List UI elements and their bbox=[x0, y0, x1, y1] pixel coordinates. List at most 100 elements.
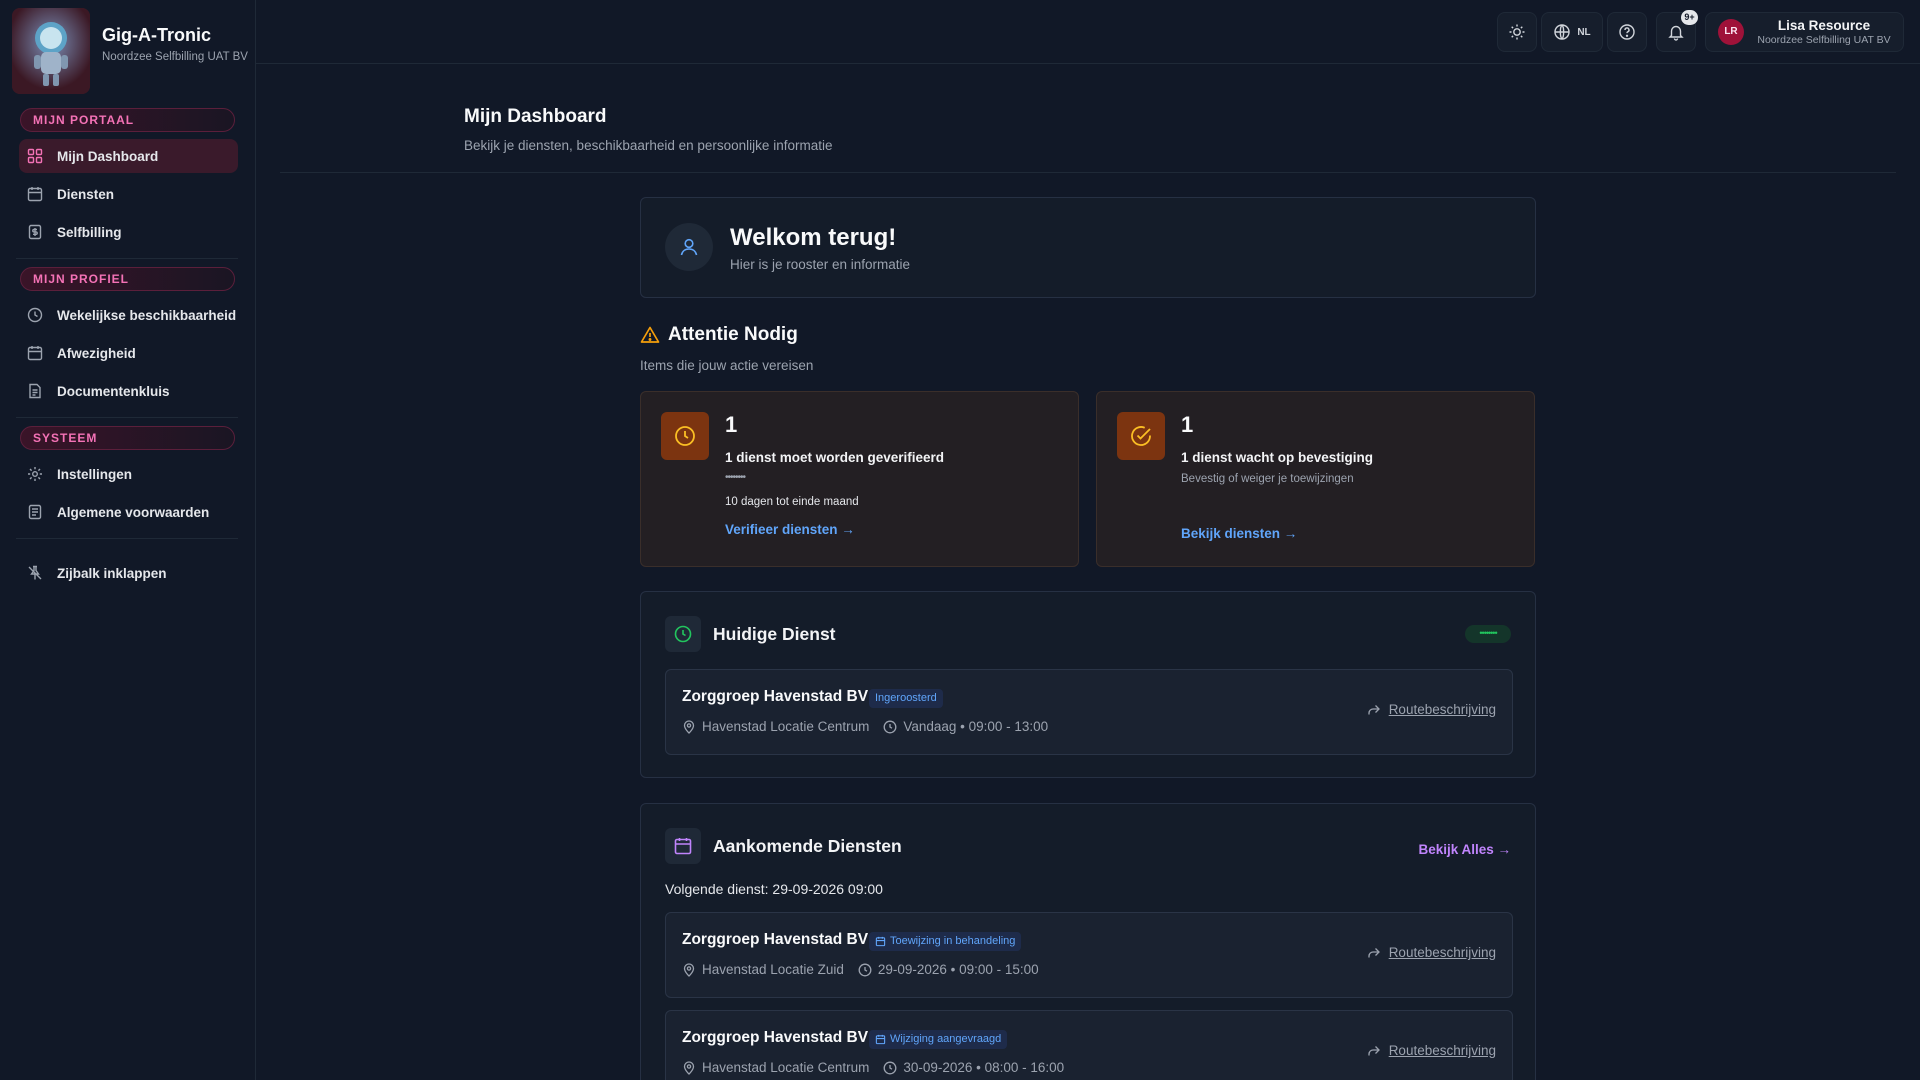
warning-icon bbox=[640, 325, 660, 345]
attention-count: 1 bbox=[725, 412, 738, 437]
sidebar-item-label: Instellingen bbox=[57, 466, 133, 482]
route-link[interactable]: Routebeschrijving bbox=[1367, 1043, 1496, 1058]
sidebar-item-documentenkluis[interactable]: Documentenkluis bbox=[19, 374, 238, 408]
collapse-sidebar-button[interactable]: Zijbalk inklappen bbox=[19, 556, 238, 590]
clock-icon bbox=[665, 616, 701, 652]
gear-icon bbox=[25, 464, 45, 484]
shift-location: Havenstad Locatie Zuid bbox=[702, 962, 844, 977]
upcoming-shifts-card: Aankomende Diensten Bekijk Alles → Volge… bbox=[640, 803, 1536, 1080]
route-link[interactable]: Routebeschrijving bbox=[1367, 945, 1496, 960]
verify-shifts-link[interactable]: Verifieer diensten → bbox=[725, 522, 855, 537]
view-shifts-link[interactable]: Bekijk diensten → bbox=[1181, 526, 1297, 541]
sidebar-item-voorwaarden[interactable]: Algemene voorwaarden bbox=[19, 495, 238, 529]
shift-location: Havenstad Locatie Centrum bbox=[702, 1060, 870, 1075]
sidebar-divider bbox=[16, 417, 238, 418]
shift-org: Zorggroep Havenstad BV bbox=[682, 931, 869, 948]
share-arrow-icon bbox=[1367, 703, 1381, 717]
share-arrow-icon bbox=[1367, 946, 1381, 960]
status-badge: •••••••• bbox=[1465, 625, 1511, 643]
sidebar-item-beschikbaarheid[interactable]: Wekelijkse beschikbaarheid bbox=[19, 298, 238, 332]
notifications-badge: 9+ bbox=[1681, 10, 1698, 25]
language-code: NL bbox=[1577, 26, 1591, 38]
page-subtitle: Bekijk je diensten, beschikbaarheid en p… bbox=[464, 138, 833, 153]
share-arrow-icon bbox=[1367, 1044, 1381, 1058]
attention-card-confirm: 1 1 dienst wacht op bevestiging Bevestig… bbox=[1096, 391, 1535, 567]
current-shift-card: Huidige Dienst •••••••• Zorggroep Havens… bbox=[640, 591, 1536, 778]
page-title: Mijn Dashboard bbox=[464, 106, 607, 127]
bell-icon bbox=[1667, 23, 1685, 41]
location-pin-icon bbox=[682, 719, 696, 734]
sun-icon bbox=[1508, 23, 1526, 41]
shift-status-tag: Ingeroosterd bbox=[869, 689, 943, 708]
current-shift-title: Huidige Dienst bbox=[713, 624, 836, 644]
sidebar-item-label: Wekelijkse beschikbaarheid bbox=[57, 307, 237, 323]
clock-icon bbox=[883, 1061, 897, 1075]
clock-icon bbox=[25, 305, 45, 325]
sidebar-item-dashboard[interactable]: Mijn Dashboard bbox=[19, 139, 238, 173]
attention-card-title: 1 dienst wacht op bevestiging bbox=[1181, 450, 1374, 465]
document-icon bbox=[25, 381, 45, 401]
check-circle-icon bbox=[1117, 412, 1165, 460]
location-pin-icon bbox=[682, 962, 696, 977]
attention-subtitle: Items die jouw actie vereisen bbox=[640, 358, 814, 373]
sidebar-item-afwezigheid[interactable]: Afwezigheid bbox=[19, 336, 238, 370]
user-menu-button[interactable]: LR Lisa Resource Noordzee Selfbilling UA… bbox=[1705, 12, 1904, 52]
brand-name: Gig-A-Tronic bbox=[102, 25, 211, 45]
welcome-card: Welkom terug! Hier is je rooster en info… bbox=[640, 197, 1536, 298]
shift-time: 30-09-2026 • 08:00 - 16:00 bbox=[903, 1060, 1065, 1075]
dashboard-icon bbox=[25, 146, 45, 166]
globe-icon bbox=[1553, 23, 1571, 41]
sidebar-item-selfbilling[interactable]: Selfbilling bbox=[19, 215, 238, 249]
calendar-icon bbox=[25, 184, 45, 204]
route-label: Routebeschrijving bbox=[1388, 702, 1496, 717]
clock-icon bbox=[858, 963, 872, 977]
section-label-profiel: MIJN PROFIEL bbox=[20, 267, 235, 291]
sidebar-item-label: Diensten bbox=[57, 186, 115, 202]
sidebar-item-label: Mijn Dashboard bbox=[57, 148, 159, 164]
section-label-systeem: SYSTEEM bbox=[20, 426, 235, 450]
attention-card-detail: 10 dagen tot einde maand bbox=[725, 496, 859, 508]
shift-org: Zorggroep Havenstad BV bbox=[682, 1029, 869, 1046]
shift-time: 29-09-2026 • 09:00 - 15:00 bbox=[877, 962, 1039, 977]
notifications-button[interactable]: 9+ bbox=[1656, 10, 1698, 52]
calendar-icon bbox=[875, 936, 886, 947]
welcome-title: Welkom terug! bbox=[730, 224, 897, 251]
sidebar-item-label: Selfbilling bbox=[57, 224, 122, 240]
pin-off-icon bbox=[25, 563, 45, 583]
shift-row[interactable]: Zorggroep Havenstad BV Ingeroosterd Have… bbox=[665, 669, 1513, 755]
route-label: Routebeschrijving bbox=[1388, 1043, 1496, 1058]
shift-row[interactable]: Zorggroep Havenstad BV Wijziging aangevr… bbox=[665, 1010, 1513, 1080]
sidebar: Gig-A-Tronic Noordzee Selfbilling UAT BV… bbox=[0, 0, 256, 1080]
collapse-label: Zijbalk inklappen bbox=[57, 565, 167, 581]
brand-org: Noordzee Selfbilling UAT BV bbox=[102, 51, 248, 63]
language-button[interactable]: NL bbox=[1541, 12, 1603, 52]
help-button[interactable] bbox=[1607, 12, 1647, 52]
attention-card-title: 1 dienst moet worden geverifieerd bbox=[725, 450, 945, 465]
shift-row[interactable]: Zorggroep Havenstad BV Toewijzing in beh… bbox=[665, 912, 1513, 998]
next-shift-text: Volgende dienst: 29-09-2026 09:00 bbox=[665, 881, 883, 897]
brand[interactable]: Gig-A-Tronic Noordzee Selfbilling UAT BV bbox=[12, 8, 252, 94]
sidebar-item-instellingen[interactable]: Instellingen bbox=[19, 457, 238, 491]
location-pin-icon bbox=[682, 1060, 696, 1075]
help-icon bbox=[1618, 23, 1636, 41]
topbar: NL 9+ LR Lisa Resource Noordzee Selfbill… bbox=[256, 0, 1920, 64]
terms-icon bbox=[25, 502, 45, 522]
clock-icon bbox=[661, 412, 709, 460]
attention-card-verify: 1 1 dienst moet worden geverifieerd ••••… bbox=[640, 391, 1079, 567]
route-link[interactable]: Routebeschrijving bbox=[1367, 702, 1496, 717]
shift-org: Zorggroep Havenstad BV bbox=[682, 688, 869, 705]
clock-icon bbox=[883, 720, 897, 734]
page-divider bbox=[280, 172, 1896, 173]
brand-logo bbox=[12, 8, 90, 94]
shift-status-tag: Toewijzing in behandeling bbox=[869, 932, 1022, 951]
theme-toggle-button[interactable] bbox=[1497, 12, 1537, 52]
sidebar-item-label: Algemene voorwaarden bbox=[57, 504, 210, 520]
calendar-icon bbox=[875, 1034, 886, 1045]
calendar-icon bbox=[665, 828, 701, 864]
sidebar-item-label: Documentenkluis bbox=[57, 383, 170, 399]
sidebar-item-diensten[interactable]: Diensten bbox=[19, 177, 238, 211]
sidebar-divider bbox=[16, 258, 238, 259]
avatar: LR bbox=[1718, 19, 1744, 45]
shift-status-label: Toewijzing in behandeling bbox=[890, 935, 1016, 947]
view-all-link[interactable]: Bekijk Alles → bbox=[1418, 842, 1511, 857]
